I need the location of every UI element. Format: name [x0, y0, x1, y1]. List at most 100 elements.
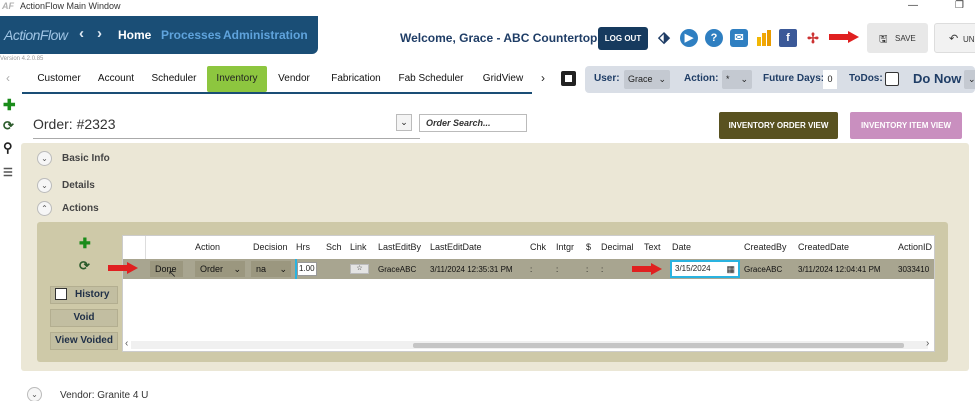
col-header-lasteditby[interactable]: LastEditBy	[378, 242, 421, 252]
filter-bar: User: Grace ⌄ Action: * ⌄ Future Days: 0 T…	[585, 66, 975, 93]
tab-customer[interactable]: Customer	[25, 66, 93, 92]
action-select[interactable]: * ⌄	[722, 70, 752, 89]
nav-home[interactable]: Home	[118, 28, 151, 42]
tab-scroll-left-icon[interactable]: ‹	[6, 71, 10, 85]
order-divider	[33, 138, 420, 139]
done-button[interactable]: Done	[150, 261, 183, 277]
tab-scheduler[interactable]: Scheduler	[145, 66, 203, 92]
void-button[interactable]: Void	[50, 309, 118, 327]
col-header-dollar[interactable]: $	[586, 242, 591, 252]
hrs-input[interactable]: 1.00	[297, 262, 317, 276]
mail-icon[interactable]: ✉	[730, 29, 748, 47]
search-icon[interactable]: ⚲	[3, 140, 13, 156]
maximize-icon[interactable]: ❐	[955, 0, 964, 11]
tab-scroll-right-icon[interactable]: ›	[541, 71, 545, 85]
order-dropdown[interactable]: ⌄	[396, 114, 412, 131]
section-details[interactable]: Details	[62, 180, 95, 191]
red-arrow-icon	[632, 263, 662, 275]
dollar-cell: :	[586, 265, 589, 274]
expand-details-icon[interactable]: ⌄	[37, 178, 52, 193]
tab-account[interactable]: Account	[93, 66, 139, 92]
chevron-down-icon: ⌄	[968, 74, 975, 84]
section-actions[interactable]: Actions	[62, 203, 99, 214]
vendor-section[interactable]: Vendor: Granite 4 U	[60, 390, 148, 401]
play-icon[interactable]: ▶	[680, 29, 698, 47]
decision-select[interactable]: na ⌄	[251, 261, 291, 277]
minimize-icon[interactable]: —	[908, 0, 918, 11]
tab-gridview[interactable]: GridView	[478, 66, 528, 92]
scroll-right-icon[interactable]: ›	[926, 338, 929, 349]
col-header-text[interactable]: Text	[644, 242, 661, 252]
table-row[interactable]: Done ↖ Order ⌄ na ⌄ 1.00 ☆ GraceABC 3/11/2…	[123, 259, 934, 280]
logout-button[interactable]: LOG OUT	[598, 27, 648, 50]
col-header-createdby[interactable]: CreatedBy	[744, 242, 787, 252]
col-header-link[interactable]: Link	[350, 242, 367, 252]
add-action-icon[interactable]: ✚	[79, 235, 91, 252]
nav-processes[interactable]: Processes	[161, 28, 221, 42]
tab-fab-scheduler[interactable]: Fab Scheduler	[395, 66, 467, 92]
col-header-decimal[interactable]: Decimal	[601, 242, 634, 252]
section-basic-info[interactable]: Basic Info	[62, 153, 110, 164]
nav-administration[interactable]: Administration	[223, 28, 308, 42]
col-header-actionid[interactable]: ActionID	[898, 242, 932, 252]
refresh-icon[interactable]: ⟳	[3, 118, 14, 134]
col-header-action[interactable]: Action	[195, 242, 220, 252]
chevron-down-icon: ⌄	[658, 74, 666, 84]
list-icon[interactable]: ☰	[3, 166, 13, 179]
chevron-down-icon: ⌄	[279, 264, 287, 274]
actionflow-logo: ActionFlow	[4, 27, 68, 43]
welcome-text: Welcome, Grace - ABC Countertops	[400, 31, 605, 45]
save-button[interactable]: 🖫 SAVE	[867, 23, 928, 53]
forward-arrow-icon[interactable]: ›	[97, 25, 102, 42]
action-select[interactable]: Order ⌄	[195, 261, 245, 277]
tab-vendor[interactable]: Vendor	[272, 66, 316, 92]
col-header-createddate[interactable]: CreatedDate	[798, 242, 849, 252]
scroll-left-icon[interactable]: ‹	[125, 338, 128, 349]
action-id-cell: 3033410	[898, 265, 930, 274]
inventory-order-view-button[interactable]: INVENTORY ORDER VIEW	[719, 112, 838, 139]
collapse-actions-icon[interactable]: ⌃	[37, 201, 52, 216]
col-header-decision[interactable]: Decision	[253, 242, 288, 252]
user-select[interactable]: Grace ⌄	[624, 70, 670, 89]
order-search-input[interactable]: Order Search...	[419, 114, 527, 132]
chevron-down-icon: ⌄	[740, 74, 748, 84]
calendar-icon[interactable]: ▦	[726, 262, 735, 276]
action-value: *	[726, 74, 730, 84]
do-now-dropdown[interactable]: ⌄	[964, 70, 975, 89]
todos-checkbox[interactable]	[885, 72, 899, 86]
col-header-hrs[interactable]: Hrs	[296, 242, 310, 252]
col-header-date[interactable]: Date	[672, 242, 691, 252]
tab-fabrication[interactable]: Fabrication	[325, 66, 387, 92]
created-by-cell: GraceABC	[744, 265, 783, 274]
inventory-item-view-button[interactable]: INVENTORY ITEM VIEW	[850, 112, 962, 139]
col-header-chk[interactable]: Chk	[530, 242, 546, 252]
scrollbar-thumb[interactable]	[413, 343, 904, 348]
expand-basic-info-icon[interactable]: ⌄	[37, 151, 52, 166]
tag-icon[interactable]: ⬗	[655, 29, 673, 47]
history-button[interactable]: History	[50, 286, 118, 304]
pinwheel-icon[interactable]: ✢	[804, 29, 822, 47]
date-input[interactable]: 3/15/2024 ▦	[670, 260, 740, 278]
date-value: 3/15/2024	[675, 264, 711, 273]
col-header-intgr[interactable]: Intgr	[556, 242, 574, 252]
do-now-label[interactable]: Do Now	[913, 71, 961, 86]
undo-button[interactable]: ↶ UN	[934, 23, 975, 53]
brand-header: ActionFlow ‹ › Home Processes Administra…	[0, 16, 318, 54]
chart-icon[interactable]	[755, 29, 773, 47]
col-header-lasteditdate[interactable]: LastEditDate	[430, 242, 482, 252]
user-label: User:	[594, 73, 620, 84]
back-arrow-icon[interactable]: ‹	[79, 25, 84, 42]
film-icon[interactable]	[561, 71, 576, 86]
add-icon[interactable]: ✚	[3, 96, 16, 114]
view-voided-button[interactable]: View Voided	[50, 332, 118, 350]
refresh-actions-icon[interactable]: ⟳	[79, 258, 90, 274]
chevron-down-icon: ⌄	[233, 264, 241, 274]
expand-vendor-icon[interactable]: ⌄	[27, 387, 42, 401]
facebook-icon[interactable]: f	[779, 29, 797, 47]
history-checkbox[interactable]	[55, 288, 67, 301]
link-icon[interactable]: ☆	[350, 264, 369, 274]
col-header-sch[interactable]: Sch	[326, 242, 342, 252]
future-days-input[interactable]: 0	[823, 70, 837, 89]
tab-inventory[interactable]: Inventory	[207, 66, 267, 92]
help-icon[interactable]: ?	[705, 29, 723, 47]
